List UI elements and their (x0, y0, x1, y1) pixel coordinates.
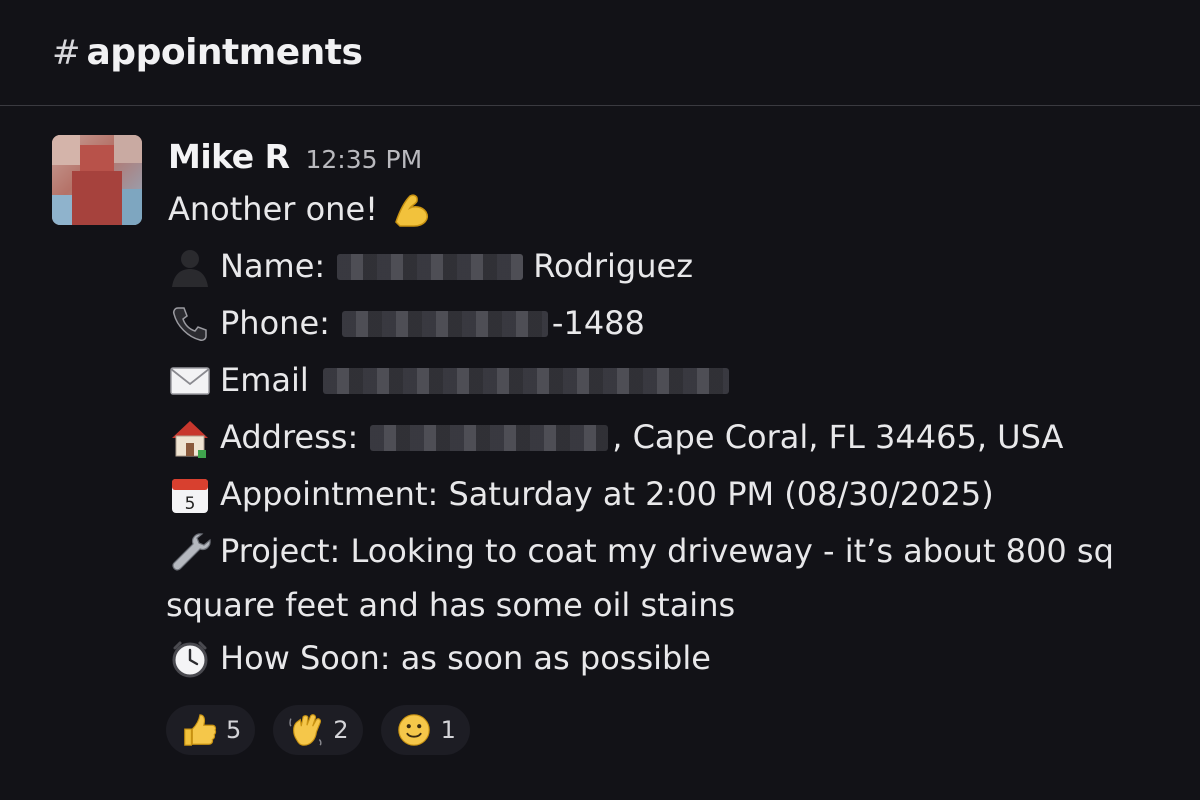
phone-line: Phone: -1488 (168, 295, 1178, 352)
redacted-first-name (337, 253, 524, 280)
author-name[interactable]: Mike R (168, 137, 290, 176)
calendar-day: 5 (185, 494, 196, 514)
reaction-count: 5 (226, 716, 242, 744)
intro-line: Another one! (168, 181, 1178, 238)
channel-hash: # (52, 32, 81, 73)
message-content: Mike R 12:35 PM Another one! Name: Rodri… (166, 137, 1178, 687)
reaction-smiling-face[interactable]: 1 (380, 705, 470, 755)
phone-label: Phone: (220, 304, 330, 342)
reaction-count: 2 (333, 716, 349, 744)
redacted-email (322, 367, 729, 394)
reaction-thumbs-up[interactable]: 5 (166, 705, 256, 755)
calendar-icon: 5 (172, 478, 208, 514)
appointment-text: Appointment: Saturday at 2:00 PM (08/30/… (220, 475, 994, 513)
flexed-biceps-icon (395, 193, 428, 227)
avatar[interactable] (52, 135, 142, 225)
intro-text: Another one! (168, 190, 378, 228)
wrench-icon (172, 532, 211, 571)
thumbs-up-icon (184, 714, 217, 746)
redacted-phone (341, 310, 548, 337)
address-label: Address: (220, 418, 359, 456)
project-text-1: Project: Looking to coat my driveway - i… (220, 532, 1114, 570)
appointment-line: 5 Appointment: Saturday at 2:00 PM (08/3… (168, 466, 1178, 523)
redacted-street (370, 424, 609, 451)
bust-silhouette-icon (172, 249, 208, 287)
name-line: Name: Rodriguez (168, 238, 1178, 295)
project-line-continued: square feet and has some oil stains (166, 580, 1178, 630)
how-soon-line: How Soon: as soon as possible (168, 630, 1178, 687)
project-text-2: square feet and has some oil stains (166, 586, 736, 624)
project-line: Project: Looking to coat my driveway - i… (168, 523, 1178, 580)
address-line: Address: , Cape Coral, FL 34465, USA (168, 409, 1178, 466)
house-icon (172, 420, 208, 458)
alarm-clock-icon (172, 641, 208, 677)
address-value: , Cape Coral, FL 34465, USA (612, 418, 1064, 456)
email-line: Email (168, 352, 1178, 409)
name-label: Name: (220, 247, 326, 285)
slightly-smiling-face-icon (397, 714, 430, 746)
phone-value: -1488 (551, 304, 645, 342)
channel-header: # appointments (0, 0, 1200, 106)
email-label: Email (220, 361, 309, 399)
telephone-receiver-icon (173, 306, 207, 341)
reactions-bar: 5 2 1 (166, 705, 470, 755)
how-soon-text: How Soon: as soon as possible (220, 639, 711, 677)
reaction-waving-hand[interactable]: 2 (273, 705, 363, 755)
timestamp[interactable]: 12:35 PM (306, 145, 423, 174)
message-meta: Mike R 12:35 PM (168, 137, 1178, 181)
waving-hand-icon (289, 714, 322, 746)
name-value: Rodriguez (533, 247, 693, 285)
reaction-count: 1 (440, 716, 456, 744)
channel-name[interactable]: appointments (87, 32, 363, 73)
envelope-icon (170, 366, 210, 395)
